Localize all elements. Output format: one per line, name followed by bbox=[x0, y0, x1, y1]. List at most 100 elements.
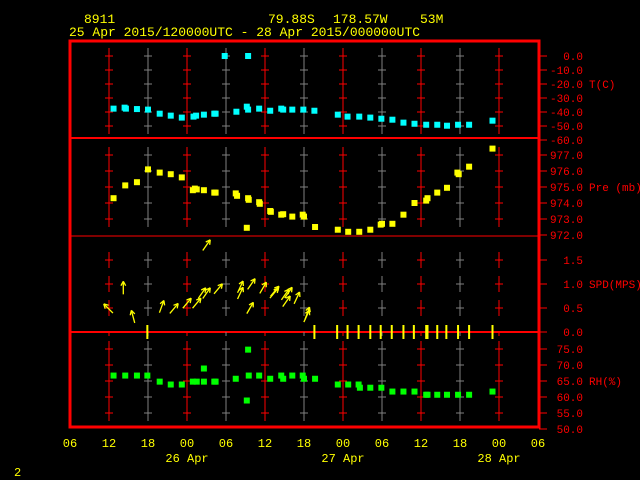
time-range: 25 Apr 2015/120000UTC - 28 Apr 2015/0000… bbox=[69, 25, 420, 40]
axis-tick-label: -50.0 bbox=[550, 122, 583, 134]
pressure-point bbox=[334, 226, 341, 233]
temperature-point bbox=[245, 53, 252, 59]
axis-tick-label: 1.5 bbox=[563, 256, 583, 268]
relative-humidity-point bbox=[267, 375, 274, 382]
pressure-point bbox=[444, 184, 450, 191]
axis-tick-label: 976.0 bbox=[550, 167, 583, 179]
axis-tick-label: -30.0 bbox=[550, 94, 583, 106]
relative-humidity-point bbox=[280, 375, 287, 382]
axis-tick-label: -40.0 bbox=[550, 108, 583, 120]
axis-tick-label: -20.0 bbox=[550, 80, 583, 92]
pressure-point bbox=[389, 220, 396, 227]
axis-tick-label: 65.0 bbox=[557, 377, 583, 389]
relative-humidity-point bbox=[424, 391, 431, 398]
relative-humidity-point bbox=[167, 381, 174, 388]
x-date-label: 27 Apr bbox=[321, 452, 364, 466]
relative-humidity-point bbox=[289, 372, 296, 379]
temperature-point bbox=[256, 105, 263, 112]
temperature-point bbox=[178, 114, 185, 121]
temperature-point bbox=[489, 117, 496, 124]
temperature-point bbox=[334, 111, 341, 118]
relative-humidity-point bbox=[400, 388, 407, 395]
temperature-point bbox=[156, 110, 163, 117]
relative-humidity-point bbox=[178, 381, 185, 388]
relative-humidity-point bbox=[334, 381, 341, 388]
panel-label-temperature: T(C) bbox=[589, 80, 615, 92]
temperature-point bbox=[212, 110, 219, 117]
x-tick-label: 06 bbox=[531, 437, 545, 451]
relative-humidity-point bbox=[345, 381, 352, 388]
pressure-point bbox=[301, 213, 307, 220]
temperature-point bbox=[289, 106, 296, 113]
temperature-point bbox=[411, 120, 418, 127]
pressure-point bbox=[489, 145, 496, 152]
x-tick-label: 12 bbox=[414, 437, 428, 451]
x-tick-label: 00 bbox=[492, 437, 506, 451]
temperature-point bbox=[167, 112, 174, 119]
temperature-point bbox=[193, 112, 200, 119]
pressure-point bbox=[379, 220, 385, 227]
relative-humidity-point bbox=[243, 397, 250, 404]
relative-humidity-point bbox=[200, 378, 207, 385]
wind-arrow bbox=[202, 239, 211, 251]
axis-tick-label: 55.0 bbox=[557, 409, 583, 421]
pressure-point bbox=[424, 195, 431, 202]
temperature-point bbox=[280, 106, 287, 113]
temperature-point bbox=[389, 116, 396, 123]
x-tick-label: 06 bbox=[219, 437, 233, 451]
pressure-point bbox=[367, 226, 374, 233]
relative-humidity-point bbox=[156, 378, 163, 385]
pressure-point bbox=[455, 171, 462, 178]
temperature-point bbox=[311, 107, 318, 114]
axis-tick-label: 973.0 bbox=[550, 215, 583, 227]
pressure-point bbox=[133, 179, 140, 186]
axis-tick-label: 975.0 bbox=[550, 183, 583, 195]
relative-humidity-point bbox=[378, 384, 385, 391]
relative-humidity-point bbox=[245, 372, 252, 379]
x-tick-label: 12 bbox=[258, 437, 272, 451]
pressure-point bbox=[122, 182, 129, 189]
temperature-point bbox=[378, 115, 385, 122]
pressure-point bbox=[356, 228, 363, 235]
axis-tick-label: 0.0 bbox=[563, 52, 583, 64]
panel-label-relative-humidity: RH(%) bbox=[589, 377, 622, 389]
x-tick-label: 18 bbox=[297, 437, 311, 451]
wind-arrow bbox=[158, 299, 166, 313]
pressure-point bbox=[312, 224, 319, 230]
wind-arrow-head bbox=[129, 310, 132, 316]
pressure-point bbox=[193, 186, 200, 193]
pressure-point bbox=[280, 211, 287, 218]
relative-humidity-point bbox=[312, 375, 319, 382]
pressure-point bbox=[434, 189, 441, 196]
pressure-point bbox=[267, 208, 274, 215]
temperature-point bbox=[444, 122, 450, 129]
temperature-point bbox=[233, 108, 240, 115]
relative-humidity-point bbox=[466, 391, 473, 398]
relative-humidity-point bbox=[301, 375, 307, 382]
pressure-point bbox=[167, 171, 174, 178]
wind-arrow bbox=[246, 301, 254, 314]
wind-arrow bbox=[192, 297, 202, 309]
temperature-point bbox=[455, 121, 462, 128]
temperature-point bbox=[145, 106, 151, 113]
temperature-point bbox=[434, 121, 441, 128]
axis-tick-label: 0.0 bbox=[563, 328, 583, 340]
axis-tick-label: 75.0 bbox=[557, 345, 583, 357]
relative-humidity-point bbox=[200, 365, 207, 372]
panel-label-wind-speed: SPD(MPS) bbox=[589, 280, 640, 292]
x-tick-label: 06 bbox=[63, 437, 77, 451]
temperature-point bbox=[133, 106, 140, 113]
pressure-point bbox=[466, 163, 473, 170]
relative-humidity-point bbox=[389, 388, 396, 395]
pressure-point bbox=[110, 195, 117, 202]
wind-arrow bbox=[213, 283, 224, 295]
pressure-point bbox=[400, 211, 407, 218]
pressure-point bbox=[234, 192, 241, 199]
axis-tick-label: 1.0 bbox=[563, 280, 583, 292]
axes: 0.0 -10.0 -20.0 -30.0 -40.0 -50.0 -60.0 T(C) 977… bbox=[63, 52, 640, 466]
relative-humidity-point bbox=[444, 391, 450, 398]
relative-humidity-point bbox=[133, 372, 140, 379]
pressure-point bbox=[289, 213, 296, 220]
temperature-point bbox=[356, 113, 363, 120]
relative-humidity-point bbox=[455, 391, 462, 398]
